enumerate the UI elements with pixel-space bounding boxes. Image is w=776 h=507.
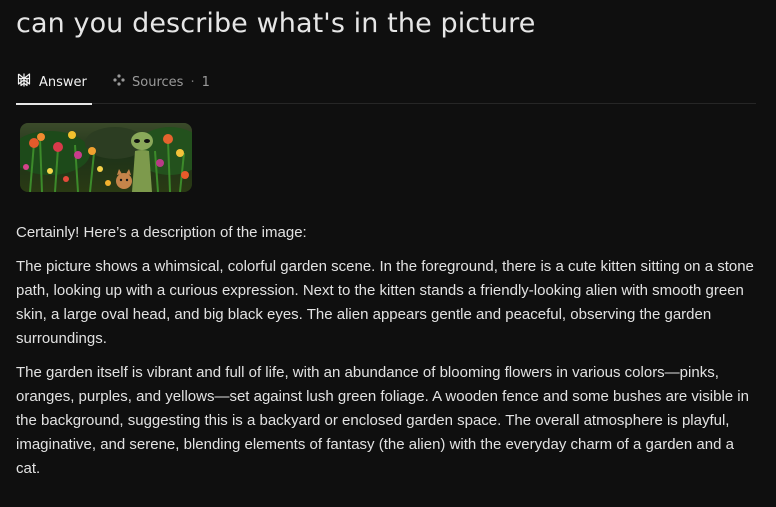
sources-icon: [113, 74, 125, 90]
active-tab-indicator: [16, 103, 92, 105]
answer-body: Certainly! Here’s a description of the i…: [16, 221, 756, 491]
tab-answer[interactable]: Answer: [16, 60, 92, 105]
query-title: can you describe what's in the picture: [16, 8, 536, 39]
answer-paragraph: The picture shows a whimsical, colorful …: [16, 258, 754, 347]
perplexity-logo-icon: [16, 72, 32, 92]
tab-sources-separator: ·: [190, 74, 195, 90]
tab-sources-label: Sources: [132, 74, 184, 90]
attached-image-thumbnail[interactable]: [20, 123, 192, 192]
tab-answer-label: Answer: [39, 74, 87, 90]
answer-paragraph: The garden itself is vibrant and full of…: [16, 364, 749, 477]
tab-sources-count: 1: [201, 74, 210, 90]
answer-intro: Certainly! Here’s a description of the i…: [16, 224, 307, 241]
tab-sources[interactable]: Sources · 1: [113, 60, 210, 104]
result-tabs: Answer Sources · 1: [16, 60, 756, 105]
